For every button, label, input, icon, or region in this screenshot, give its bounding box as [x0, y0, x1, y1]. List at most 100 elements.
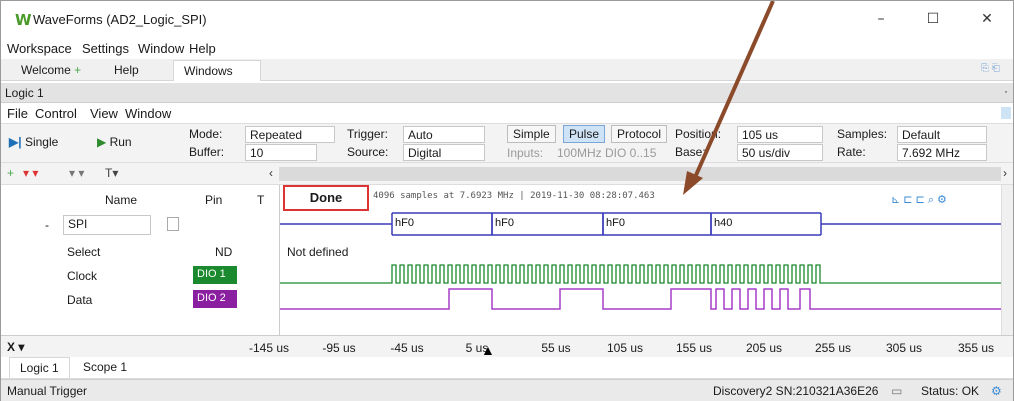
menu-workspace[interactable]: Workspace	[7, 41, 72, 56]
run-icon: ▶	[97, 135, 107, 149]
waveform-plot[interactable]: hF0 hF0 hF0 h40	[279, 185, 1002, 335]
time-tick-label: 155 us	[675, 341, 713, 355]
position-input[interactable]: 105 us	[737, 126, 823, 143]
settings-gear-icon[interactable]: ⚙	[991, 384, 1002, 398]
base-select[interactable]: 50 us/div	[737, 144, 823, 161]
menu-window-2[interactable]: Window	[125, 106, 171, 121]
tab-welcome-label: Welcome	[21, 63, 71, 77]
scroll-right-icon[interactable]: ›	[1003, 166, 1007, 180]
close-button[interactable]: ✕	[967, 7, 1007, 31]
xaxis-menu-button[interactable]: X ▾	[7, 340, 24, 354]
single-icon: ▶|	[9, 135, 22, 149]
inputs-value: 100MHz DIO 0..15	[557, 146, 657, 160]
spi-expander[interactable]: -	[45, 218, 49, 232]
time-tick-label: 305 us	[885, 341, 923, 355]
time-tick-label: 255 us	[814, 341, 852, 355]
instrument-tabs: Logic 1 Scope 1	[1, 357, 1013, 379]
spi-word-label: hF0	[395, 217, 414, 229]
horizontal-scrollbar[interactable]	[279, 167, 1001, 181]
clock-waveform	[280, 264, 1002, 284]
main-menu-bar: Workspace Settings Window Help	[1, 39, 1013, 59]
minimize-button[interactable]: –	[861, 7, 901, 31]
rate-select[interactable]: 7.692 MHz	[897, 144, 987, 161]
status-bar: Manual Trigger Discovery2 SN:210321A36E2…	[1, 379, 1013, 401]
trigger-column-header: T	[257, 193, 265, 207]
data-pin-badge[interactable]: DIO 2	[193, 290, 237, 308]
document-title-bar: Logic 1 ·	[1, 83, 1013, 103]
bus-settings-icon[interactable]	[167, 217, 179, 231]
buffer-input[interactable]: 10	[245, 144, 317, 161]
cursor-tools-icons[interactable]: ⊾ ⊏ ⊏ ⌕ ⚙	[891, 193, 947, 207]
time-tick-label: 355 us	[957, 341, 995, 355]
scroll-left-icon[interactable]: ‹	[269, 166, 273, 180]
device-icon: ▭	[891, 384, 903, 398]
time-axis: X ▾ -145 us -95 us -45 us 5 us 55 us 105 us 15…	[1, 335, 1013, 358]
tab-scope-1[interactable]: Scope 1	[73, 357, 137, 378]
run-button[interactable]: ▶ Run	[97, 135, 132, 149]
clock-channel-name: Clock	[67, 269, 98, 283]
source-label: Source:	[347, 145, 389, 159]
trigger-position-marker-icon[interactable]: ▲	[481, 342, 495, 358]
rate-label: Rate:	[837, 145, 866, 159]
device-info[interactable]: Discovery2 SN:210321A36E26	[713, 384, 878, 398]
acquisition-info: 4096 samples at 7.6923 MHz | 2019-11-30 …	[373, 191, 655, 201]
waveforms-logo-icon: W	[15, 11, 32, 29]
menu-window[interactable]: Window	[138, 41, 184, 56]
trigger-select[interactable]: Auto	[403, 126, 485, 143]
maximize-button[interactable]: ☐	[913, 7, 953, 31]
tab-layout-icons[interactable]: ⎘ ⎗	[981, 63, 1000, 74]
position-label: Position:	[675, 127, 722, 141]
mode-label: Mode:	[189, 127, 223, 141]
pin-column-header: Pin	[205, 193, 223, 207]
protocol-toggle[interactable]: Protocol	[611, 125, 668, 143]
menu-settings[interactable]: Settings	[82, 41, 129, 56]
time-tick-label: 205 us	[745, 341, 783, 355]
select-not-defined: Not defined	[287, 245, 349, 259]
data-waveform	[280, 288, 1002, 310]
app-window: W WaveForms (AD2_Logic_SPI) – ☐ ✕ Worksp…	[0, 0, 1014, 401]
doc-options-icon[interactable]: ·	[1004, 84, 1008, 98]
single-label: Single	[24, 135, 59, 149]
tab-welcome[interactable]: Welcome +	[11, 60, 91, 81]
tab-windows[interactable]: Windows	[173, 60, 261, 81]
document-title: Logic 1	[5, 86, 44, 100]
channel-list: Name Pin T - SPI Select ND Clock DIO 1 D…	[1, 185, 279, 335]
tab-logic-1[interactable]: Logic 1	[9, 357, 70, 378]
source-select[interactable]: Digital	[403, 144, 485, 161]
waveform-svg: hF0 hF0 hF0 h40	[280, 212, 1002, 310]
group-icon[interactable]: ▾ ▾	[69, 166, 84, 180]
samples-select[interactable]: Default	[897, 126, 987, 143]
manual-trigger-button[interactable]: Manual Trigger	[7, 384, 87, 398]
time-tick-label: 105 us	[606, 341, 644, 355]
mode-select[interactable]: Repeated	[245, 126, 335, 143]
time-tick-label: -45 us	[390, 341, 424, 355]
vertical-scrollbar[interactable]	[1001, 185, 1013, 335]
remove-channel-icon[interactable]: ▾ ▾	[23, 166, 38, 180]
spi-channel-name[interactable]: SPI	[63, 215, 151, 235]
add-tab-icon[interactable]: +	[74, 63, 81, 77]
tab-help[interactable]: Help	[104, 60, 149, 81]
menu-file[interactable]: File	[7, 106, 28, 121]
spi-word-label: h40	[714, 217, 732, 229]
window-title: WaveForms (AD2_Logic_SPI)	[33, 12, 207, 27]
select-pin: ND	[215, 245, 233, 259]
menu-control[interactable]: Control	[35, 106, 77, 121]
title-bar: W WaveForms (AD2_Logic_SPI) – ☐ ✕	[1, 1, 1013, 37]
data-channel-name: Data	[67, 293, 93, 307]
panel-toggle-icon[interactable]	[1001, 107, 1011, 119]
single-button[interactable]: ▶| Single	[9, 135, 58, 149]
samples-label: Samples:	[837, 127, 888, 141]
pulse-toggle[interactable]: Pulse	[563, 125, 606, 143]
time-tick-label: 55 us	[541, 341, 571, 355]
menu-view[interactable]: View	[90, 106, 118, 121]
clock-pin-badge[interactable]: DIO 1	[193, 266, 237, 284]
trigger-label: Trigger:	[347, 127, 388, 141]
simple-toggle[interactable]: Simple	[507, 125, 556, 143]
menu-help[interactable]: Help	[189, 41, 216, 56]
base-label: Base:	[675, 145, 706, 159]
spi-word-label: hF0	[606, 217, 625, 229]
add-channel-icon[interactable]: +	[7, 166, 14, 180]
time-tick-label: -145 us	[248, 341, 290, 355]
text-icon[interactable]: T▾	[105, 166, 118, 180]
spi-word-label: hF0	[495, 217, 514, 229]
